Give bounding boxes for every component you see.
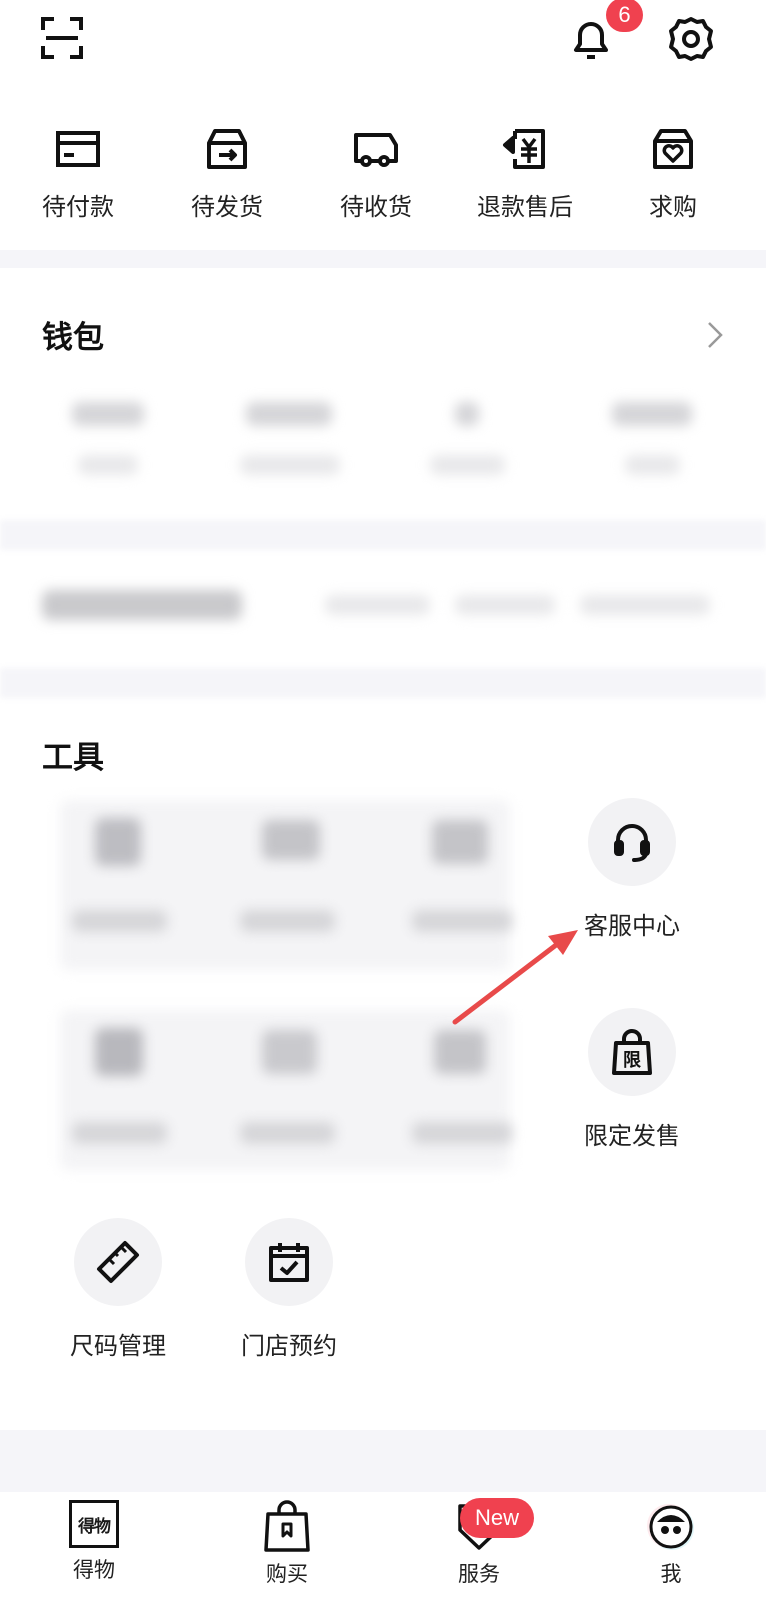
section-divider xyxy=(0,250,766,268)
tool-limited-release[interactable]: 限 限定发售 xyxy=(557,1008,707,1151)
nav-item-buy[interactable]: 购买 xyxy=(212,1500,362,1588)
nav-item-dewu[interactable]: 得物 得物 xyxy=(19,1500,169,1584)
order-label: 待发货 xyxy=(191,194,263,221)
tool-label: 限定发售 xyxy=(584,1123,680,1150)
tool-label: 门店预约 xyxy=(241,1333,337,1360)
section-divider xyxy=(0,1430,766,1492)
chevron-right-icon[interactable] xyxy=(706,320,724,350)
order-refund[interactable]: 退款售后 xyxy=(450,125,600,222)
section-divider xyxy=(0,520,766,550)
order-label: 退款售后 xyxy=(477,194,573,221)
tool-icon-circle: 限 xyxy=(588,1008,676,1096)
headset-icon xyxy=(610,820,654,864)
wallet-title: 钱包 xyxy=(42,320,104,355)
tool-size-management[interactable]: 尺码管理 xyxy=(43,1218,193,1361)
order-wanted[interactable]: 求购 xyxy=(598,125,748,222)
shopping-bag-icon xyxy=(262,1500,312,1552)
nav-label: 我 xyxy=(660,1563,682,1586)
order-pending-payment[interactable]: 待付款 xyxy=(3,125,153,222)
ruler-icon xyxy=(95,1239,141,1285)
tool-label: 客服中心 xyxy=(584,913,680,940)
limited-bag-icon: 限 xyxy=(610,1029,654,1075)
dewu-logo-text: 得物 xyxy=(78,1516,111,1536)
gear-icon[interactable] xyxy=(668,16,714,62)
new-badge: New xyxy=(460,1498,534,1538)
bottom-nav: 得物 得物 购买 服务 我 xyxy=(0,1492,766,1600)
order-pending-shipment[interactable]: 待发货 xyxy=(152,125,302,222)
tool-label: 尺码管理 xyxy=(70,1333,166,1360)
nav-label: 购买 xyxy=(266,1563,308,1586)
scan-icon[interactable] xyxy=(40,16,84,60)
tool-icon-circle xyxy=(74,1218,162,1306)
calendar-check-icon xyxy=(267,1240,311,1284)
refund-icon xyxy=(501,125,549,173)
tools-title: 工具 xyxy=(42,740,104,775)
heart-bag-icon xyxy=(649,125,697,173)
limited-bag-text: 限 xyxy=(623,1050,641,1070)
order-label: 求购 xyxy=(649,194,697,221)
box-send-icon xyxy=(203,125,251,173)
tool-customer-service[interactable]: 客服中心 xyxy=(557,798,707,941)
nav-label: 服务 xyxy=(458,1563,500,1586)
card-icon xyxy=(54,125,102,173)
tool-icon-circle xyxy=(588,798,676,886)
section-divider xyxy=(0,668,766,698)
notification-badge: 6 xyxy=(606,0,643,32)
nav-item-me[interactable]: 我 xyxy=(596,1500,746,1588)
order-label: 待付款 xyxy=(42,194,114,221)
tool-store-booking[interactable]: 门店预约 xyxy=(214,1218,364,1361)
truck-icon xyxy=(352,125,400,173)
avatar-icon xyxy=(646,1500,696,1552)
tool-icon-circle xyxy=(245,1218,333,1306)
order-pending-receipt[interactable]: 待收货 xyxy=(301,125,451,222)
order-label: 待收货 xyxy=(340,194,412,221)
nav-label: 得物 xyxy=(73,1559,115,1582)
dewu-logo-icon: 得物 xyxy=(69,1500,119,1548)
